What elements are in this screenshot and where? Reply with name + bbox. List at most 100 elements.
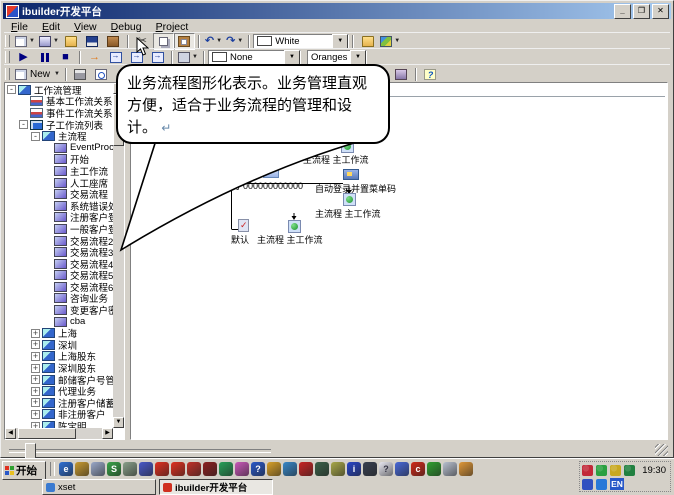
fox-icon[interactable] bbox=[395, 462, 409, 476]
zoom-slider-thumb[interactable] bbox=[25, 443, 36, 459]
menu-view[interactable]: View bbox=[67, 21, 104, 33]
expand-icon[interactable]: + bbox=[31, 375, 40, 384]
antivirus-tray-icon[interactable] bbox=[596, 465, 607, 476]
tree-item[interactable]: +代理业务 bbox=[5, 385, 113, 397]
netmeeting-icon[interactable] bbox=[91, 462, 105, 476]
sharing-icon[interactable]: S bbox=[107, 462, 121, 476]
blue-ball-icon[interactable] bbox=[283, 462, 297, 476]
toolbar-grip[interactable] bbox=[5, 35, 10, 47]
tree-item[interactable]: EventProcess bbox=[5, 142, 113, 154]
tree-item[interactable]: 基本工作流关系图 bbox=[5, 96, 113, 108]
new-doc-button[interactable]: New▼ bbox=[13, 66, 62, 83]
resize-grip[interactable] bbox=[655, 444, 668, 456]
green-grid-icon[interactable] bbox=[427, 462, 441, 476]
chevron-down-icon[interactable]: ▼ bbox=[394, 38, 400, 44]
expand-icon[interactable]: + bbox=[31, 329, 40, 338]
open-folder2-button[interactable] bbox=[357, 33, 378, 50]
tree-item[interactable]: 主工作流 bbox=[5, 165, 113, 177]
ball-grey-icon[interactable] bbox=[123, 462, 137, 476]
network-flag-tray-icon[interactable] bbox=[624, 465, 635, 476]
volume-tray-icon[interactable] bbox=[610, 465, 621, 476]
tree-item[interactable]: 一般客户登录 bbox=[5, 223, 113, 235]
unknown-button[interactable] bbox=[391, 66, 412, 83]
toolbox-icon[interactable] bbox=[267, 462, 281, 476]
doc-question-icon[interactable]: ? bbox=[379, 462, 393, 476]
collapse-icon[interactable]: - bbox=[7, 85, 16, 94]
tree-item[interactable]: 系统错误处理 bbox=[5, 200, 113, 212]
menu-file[interactable]: File bbox=[4, 21, 35, 33]
chevron-down-icon[interactable]: ▼ bbox=[237, 38, 243, 44]
node-condition-icon[interactable] bbox=[263, 167, 279, 178]
tree-item[interactable]: 开始 bbox=[5, 154, 113, 166]
chevron-down-icon[interactable]: ▼ bbox=[332, 34, 348, 49]
tree-item[interactable]: cba bbox=[5, 316, 113, 328]
tree-item[interactable]: 事件工作流关系图 bbox=[5, 107, 113, 119]
collapse-icon[interactable]: - bbox=[31, 132, 40, 141]
bird-icon[interactable] bbox=[203, 462, 217, 476]
close-button[interactable]: ✕ bbox=[652, 4, 669, 19]
collapse-icon[interactable]: - bbox=[19, 120, 28, 129]
expand-icon[interactable]: + bbox=[31, 340, 40, 349]
play-button[interactable]: ▶ bbox=[13, 49, 34, 66]
pointer-button[interactable]: ▼ bbox=[176, 49, 200, 66]
tree-item[interactable]: 咨询业务 bbox=[5, 293, 113, 305]
tree-item[interactable]: 交易流程2 bbox=[5, 235, 113, 247]
paste-button[interactable] bbox=[174, 33, 195, 50]
go-arrow-button[interactable]: → bbox=[84, 49, 105, 66]
expand-icon[interactable]: + bbox=[31, 387, 40, 396]
tree-item[interactable]: +上海股东 bbox=[5, 351, 113, 363]
tree-item[interactable]: 注册客户登录 bbox=[5, 212, 113, 224]
update-tray-icon[interactable] bbox=[596, 479, 607, 490]
world-icon[interactable] bbox=[75, 462, 89, 476]
card-icon[interactable] bbox=[459, 462, 473, 476]
open-folder-button[interactable] bbox=[61, 33, 82, 50]
swirl-icon[interactable] bbox=[235, 462, 249, 476]
tree-item[interactable]: -主流程 bbox=[5, 130, 113, 142]
language-indicator[interactable]: EN bbox=[610, 478, 624, 490]
toolbar-grip[interactable] bbox=[5, 51, 10, 63]
save-button[interactable] bbox=[82, 33, 103, 50]
keys-icon[interactable] bbox=[331, 462, 345, 476]
tree-item[interactable]: +陈宝明 bbox=[5, 420, 113, 428]
ie-icon[interactable]: e bbox=[59, 462, 73, 476]
menu-debug[interactable]: Debug bbox=[104, 21, 149, 33]
toolbar-grip[interactable] bbox=[5, 68, 10, 80]
flame-2-icon[interactable] bbox=[171, 462, 185, 476]
step-into-button[interactable] bbox=[105, 49, 126, 66]
green-screen-icon[interactable] bbox=[219, 462, 233, 476]
zoom-slider-track[interactable] bbox=[9, 449, 271, 453]
menu-edit[interactable]: Edit bbox=[35, 21, 67, 33]
taskbar-window-xset[interactable]: xset bbox=[42, 479, 156, 495]
image-button[interactable]: ▼ bbox=[378, 33, 402, 50]
cut-button[interactable]: ✂ bbox=[132, 33, 153, 50]
chevron-down-icon[interactable]: ▼ bbox=[54, 71, 60, 77]
tree-item[interactable]: -子工作流列表 bbox=[5, 119, 113, 131]
scroll-right-icon[interactable]: ▶ bbox=[102, 428, 113, 439]
chevron-down-icon[interactable]: ▼ bbox=[350, 50, 366, 65]
chevron-down-icon[interactable]: ▼ bbox=[284, 50, 300, 65]
tree-item[interactable]: +邮储客户号管理 bbox=[5, 374, 113, 386]
dark-green-icon[interactable] bbox=[315, 462, 329, 476]
minimize-button[interactable]: _ bbox=[614, 4, 631, 19]
scroll-left-icon[interactable]: ◀ bbox=[5, 428, 16, 439]
node-default-icon[interactable] bbox=[238, 219, 249, 232]
node-auto-login-icon[interactable] bbox=[343, 169, 359, 180]
expand-icon[interactable]: + bbox=[31, 364, 40, 373]
expand-icon[interactable]: + bbox=[31, 352, 40, 361]
undo-button[interactable]: ↶▼ bbox=[203, 33, 224, 50]
chevron-down-icon[interactable]: ▼ bbox=[53, 38, 59, 44]
copy-button[interactable] bbox=[153, 33, 174, 50]
tree-item[interactable]: 交易流程 bbox=[5, 188, 113, 200]
chevron-down-icon[interactable]: ▼ bbox=[29, 38, 35, 44]
package-button[interactable] bbox=[103, 33, 124, 50]
oranges-combo[interactable]: Oranges▼ bbox=[307, 50, 367, 65]
tree-item[interactable]: +非注册客户 bbox=[5, 409, 113, 421]
white-combo[interactable]: White▼ bbox=[253, 34, 349, 49]
tree-item[interactable]: -工作流管理 bbox=[5, 84, 113, 96]
tree-item[interactable]: 人工座席 bbox=[5, 177, 113, 189]
taskbar-window-ibuilder[interactable]: ibuilder开发平台 bbox=[159, 479, 273, 495]
share-tray-icon[interactable] bbox=[582, 465, 593, 476]
new-window-button[interactable]: ▼ bbox=[37, 33, 61, 50]
tree-item[interactable]: +深圳 bbox=[5, 339, 113, 351]
pause-button[interactable] bbox=[34, 49, 55, 66]
